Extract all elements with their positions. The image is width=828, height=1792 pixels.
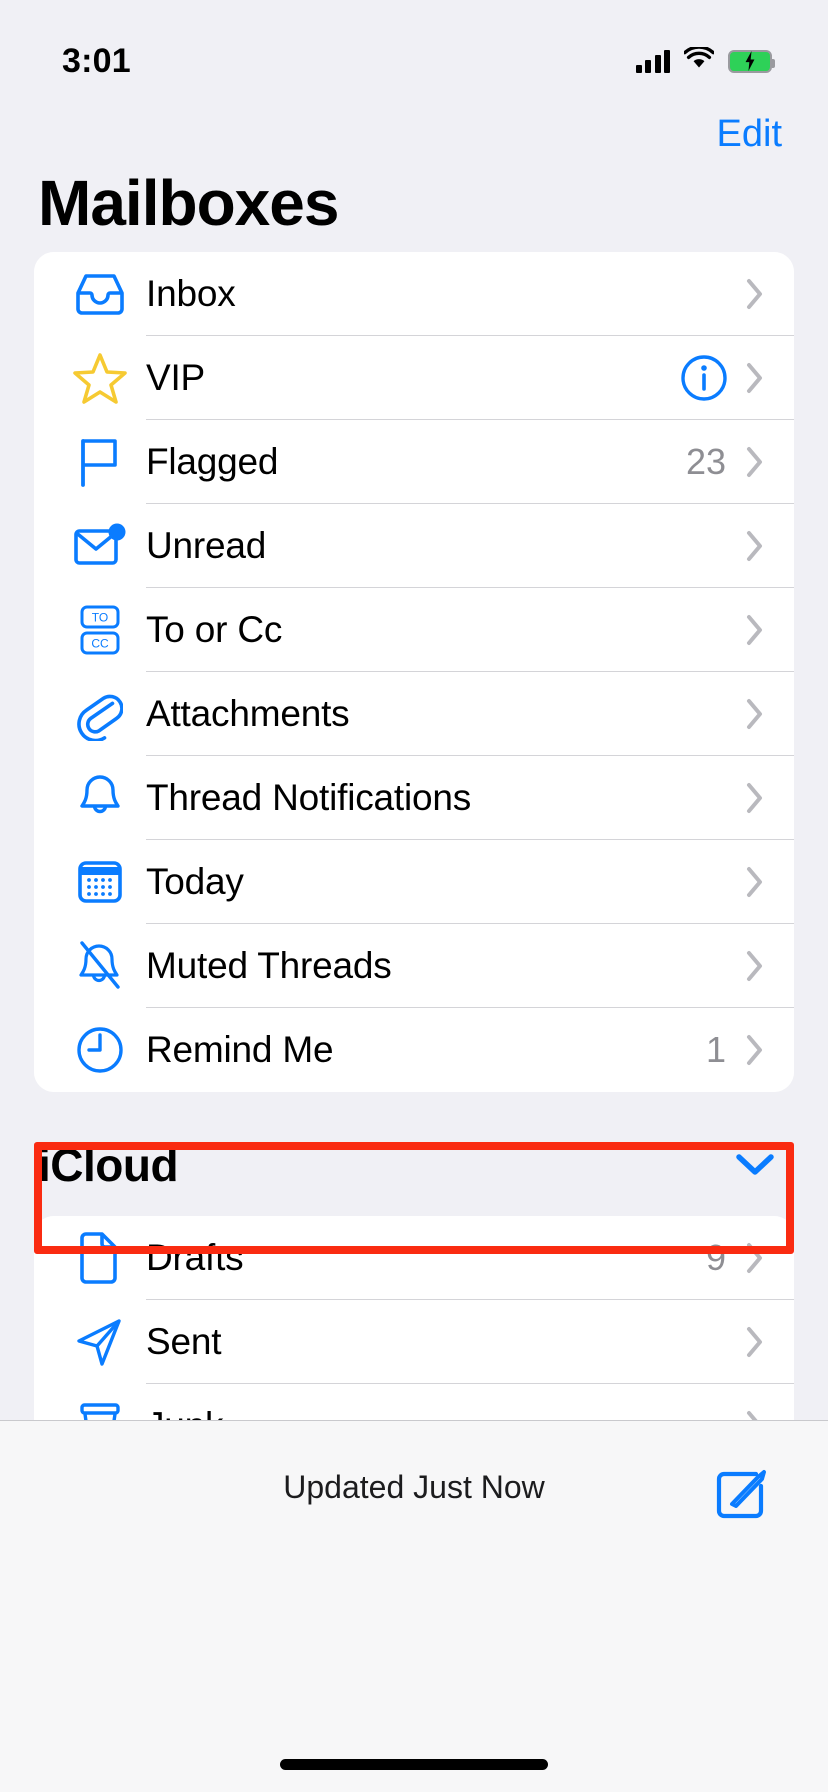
mailbox-row-remind-me[interactable]: Remind Me 1 [34, 1008, 794, 1092]
mailbox-row-today[interactable]: Today [34, 840, 794, 924]
chevron-right-icon [746, 1409, 766, 1420]
mailbox-label: Inbox [146, 273, 236, 314]
mailbox-label: VIP [146, 357, 206, 398]
mailbox-label: Muted Threads [146, 945, 392, 986]
chevron-right-icon [746, 781, 766, 815]
chevron-right-icon [746, 1033, 766, 1067]
chevron-right-icon [746, 613, 766, 647]
paperclip-icon [64, 687, 136, 741]
mailbox-label: Today [146, 861, 244, 902]
svg-text:CC: CC [91, 637, 109, 651]
wifi-icon [683, 45, 715, 75]
mailbox-row-drafts[interactable]: Drafts 9 [34, 1216, 794, 1300]
icloud-section-header[interactable]: iCloud [0, 1092, 828, 1216]
mailbox-label: Junk [146, 1405, 726, 1420]
compose-pencil-icon [712, 1464, 774, 1529]
mailbox-count: 23 [685, 441, 726, 482]
paper-plane-icon [64, 1316, 136, 1368]
chevron-down-icon[interactable] [734, 1152, 776, 1178]
to-cc-icon: TO CC [64, 604, 136, 656]
mailbox-row-muted-threads[interactable]: Muted Threads [34, 924, 794, 1008]
mailbox-label: To or Cc [146, 609, 283, 650]
mailbox-row-flagged[interactable]: Flagged 23 [34, 420, 794, 504]
mailbox-row-inbox[interactable]: Inbox [34, 252, 794, 336]
compose-button[interactable] [704, 1457, 782, 1535]
mailbox-label: Sent [146, 1321, 222, 1362]
mailbox-count: 1 [705, 1029, 726, 1070]
clock-icon [64, 1025, 136, 1075]
smart-mailboxes-card: Inbox VIP Flagged 23 Unread TO CC To or … [34, 252, 794, 1092]
mailbox-list-scroll[interactable]: Inbox VIP Flagged 23 Unread TO CC To or … [0, 252, 828, 1420]
star-icon [64, 352, 136, 404]
trash-x-icon [64, 1401, 136, 1420]
mailbox-label: Remind Me [146, 1029, 334, 1070]
bell-icon [64, 772, 136, 824]
mailbox-row-to-or-cc[interactable]: TO CC To or Cc [34, 588, 794, 672]
home-indicator [280, 1759, 548, 1770]
calendar-icon [64, 858, 136, 906]
mailbox-count: 9 [705, 1237, 726, 1278]
chevron-right-icon [746, 1241, 766, 1275]
bottom-toolbar: Updated Just Now [0, 1420, 828, 1792]
chevron-right-icon [746, 361, 766, 395]
mailbox-row-junk[interactable]: Junk [34, 1384, 794, 1420]
flag-icon [64, 436, 136, 488]
status-indicators [635, 45, 775, 75]
chevron-right-icon [746, 277, 766, 311]
mailbox-label: Flagged [146, 441, 279, 482]
status-bar: 3:01 [0, 0, 828, 100]
section-title: iCloud [38, 1139, 179, 1191]
mailbox-label: Unread [146, 525, 267, 566]
chevron-right-icon [746, 1325, 766, 1359]
chevron-right-icon [746, 865, 766, 899]
icloud-mailboxes-card: Drafts 9 Sent [34, 1216, 794, 1420]
bell-slash-icon [64, 940, 136, 992]
status-time: 3:01 [62, 41, 131, 80]
svg-text:TO: TO [92, 611, 108, 625]
mailbox-label: Attachments [146, 693, 350, 734]
mailbox-label: Drafts [146, 1237, 244, 1278]
mailbox-row-vip[interactable]: VIP [34, 336, 794, 420]
unread-envelope-icon [64, 523, 136, 569]
mailbox-row-unread[interactable]: Unread [34, 504, 794, 588]
mailbox-label: Thread Notifications [146, 777, 472, 818]
chevron-right-icon [746, 949, 766, 983]
battery-charging-icon [728, 49, 775, 73]
mail-mailboxes-screen: 3:01 Edit Mailboxes Inbox VIP Flagged 23… [0, 0, 828, 1792]
edit-button[interactable]: Edit [717, 113, 782, 156]
chevron-right-icon [746, 529, 766, 563]
vip-info-button[interactable] [680, 354, 728, 402]
inbox-tray-icon [64, 271, 136, 317]
cellular-bars-icon [635, 49, 670, 73]
mailbox-row-attachments[interactable]: Attachments [34, 672, 794, 756]
chevron-right-icon [746, 445, 766, 479]
document-icon [64, 1231, 136, 1285]
chevron-right-icon [746, 697, 766, 731]
navigation-bar: Edit [0, 96, 828, 172]
mailbox-row-sent[interactable]: Sent [34, 1300, 794, 1384]
mailbox-row-thread-notifications[interactable]: Thread Notifications [34, 756, 794, 840]
page-title: Mailboxes [38, 167, 339, 239]
